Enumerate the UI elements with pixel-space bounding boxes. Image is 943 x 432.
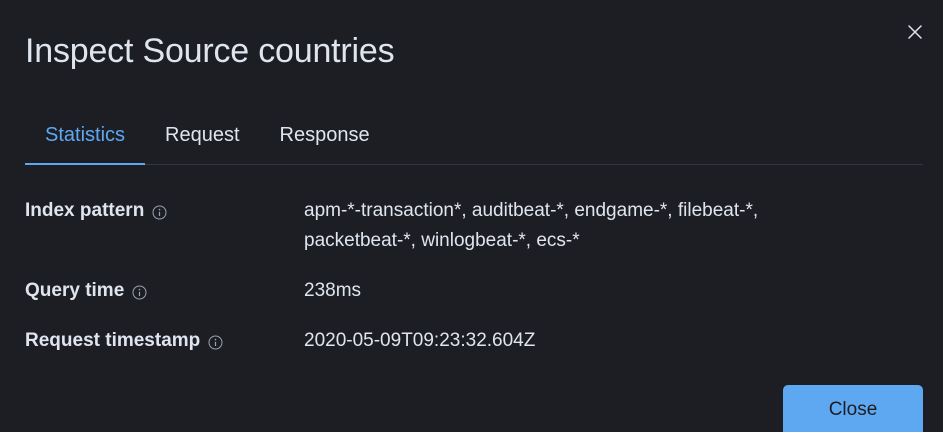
stat-label: Request timestamp (25, 326, 304, 356)
stat-row-index-pattern: Index pattern apm-*-transaction*, auditb… (25, 196, 905, 256)
modal-title: Inspect Source countries (25, 32, 395, 70)
stat-label: Query time (25, 276, 304, 306)
tab-label: Response (279, 123, 370, 146)
info-icon[interactable] (152, 205, 167, 220)
stat-row-query-time: Query time 238ms (25, 276, 905, 306)
stat-label-text: Query time (25, 280, 125, 301)
tab-label: Request (165, 123, 240, 146)
tab-label: Statistics (45, 123, 126, 146)
inspect-modal: Inspect Source countries Statistics Requ… (0, 0, 943, 432)
stat-value: 2020-05-09T09:23:32.604Z (304, 330, 536, 351)
tab-statistics[interactable]: Statistics (25, 106, 146, 165)
tab-request[interactable]: Request (145, 106, 260, 164)
stat-row-request-timestamp: Request timestamp 2020-05-09T09:23:32.60… (25, 326, 905, 356)
stat-label-text: Request timestamp (25, 330, 201, 351)
info-icon[interactable] (132, 285, 147, 300)
info-icon[interactable] (208, 335, 223, 350)
stat-value: 238ms (304, 280, 362, 301)
stat-label: Index pattern (25, 196, 304, 226)
tab-bar: Statistics Request Response (25, 106, 923, 165)
stat-value: apm-*-transaction*, auditbeat-*, endgame… (304, 200, 759, 251)
close-icon[interactable] (905, 22, 925, 42)
statistics-list: Index pattern apm-*-transaction*, auditb… (25, 196, 905, 356)
stat-label-text: Index pattern (25, 200, 145, 221)
close-button[interactable]: Close (783, 385, 923, 432)
tab-response[interactable]: Response (260, 106, 390, 164)
